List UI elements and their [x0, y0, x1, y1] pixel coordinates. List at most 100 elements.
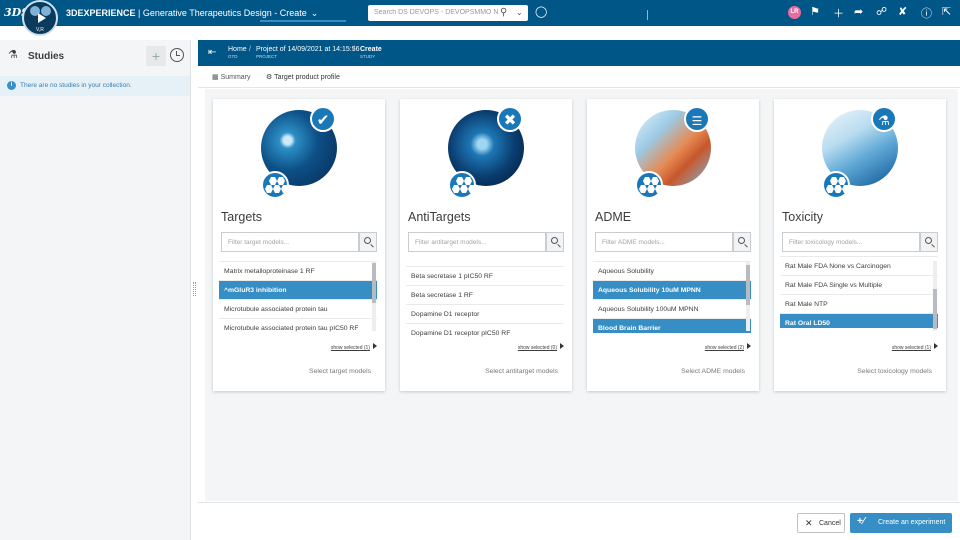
antitargets-search-button[interactable] [546, 232, 564, 252]
avatar[interactable]: LR [788, 6, 801, 19]
toxicity-filter-input[interactable]: Filter toxicology models... [782, 232, 920, 252]
targets-title: Targets [221, 210, 262, 224]
antitargets-list[interactable]: Beta secretase 1 pIC50 RF Beta secretase… [406, 266, 564, 338]
list-item[interactable]: Rat Male FDA None vs Carcinogen [780, 257, 938, 276]
top-bar: 3DS 3DEXPERIENCE | Generative Therapeuti… [0, 0, 960, 26]
cancel-button-label: Cancel [819, 520, 841, 527]
adme-show-selected[interactable]: show selected (2) [705, 343, 751, 351]
breadcrumb-project[interactable]: Project of 14/09/2021 at 14:15:56 PROJEC… [256, 46, 360, 59]
list-item[interactable]: Dopamine D1 receptor pIC50 RF [406, 324, 564, 338]
search-icon [364, 237, 371, 244]
search-input[interactable]: Search DS DEVOPS - DEVOPSMMO N... [374, 9, 498, 16]
adme-search-button[interactable] [733, 232, 751, 252]
adme-list[interactable]: Aqueous Solubility Aqueous Solubility 10… [593, 261, 751, 333]
breadcrumb-separator: / [249, 46, 251, 53]
adme-card: ☰ ADME Filter ADME models... Aqueous Sol… [587, 99, 759, 391]
tab-summary[interactable]: ▦ Summary [212, 73, 251, 81]
search-box[interactable]: Search DS DEVOPS - DEVOPSMMO N... ⚲ ⌄ [368, 5, 528, 21]
select-target-models-link[interactable]: Select target models [309, 368, 371, 375]
list-item-selected[interactable]: ^mGluR3 inhibition [219, 281, 377, 300]
sliders-icon: ☰ [684, 106, 710, 132]
tab-summary-label: Summary [220, 74, 251, 81]
tag-icon[interactable]: ◯ [535, 5, 547, 18]
share-icon[interactable]: ➦ [854, 5, 863, 18]
search-scope-dropdown-icon[interactable]: ⌄ [516, 8, 523, 17]
cancel-button[interactable]: ✕ Cancel [797, 513, 845, 533]
antitargets-filter-placeholder: Filter antitarget models... [415, 239, 487, 246]
targets-show-selected[interactable]: show selected (1) [331, 343, 377, 351]
breadcrumb-separator: / [353, 46, 355, 53]
show-selected-label: show selected (2) [704, 345, 744, 351]
toxicity-title: Toxicity [782, 210, 823, 224]
network-icon[interactable]: ☍ [876, 5, 887, 18]
adme-scrollbar[interactable] [746, 261, 750, 331]
search-icon[interactable]: ⚲ [500, 7, 507, 18]
targets-filter-input[interactable]: Filter target models... [221, 232, 359, 252]
breadcrumb-project-label: Project of 14/09/2021 at 14:15:56 [256, 46, 360, 53]
panel-resize-handle[interactable] [193, 282, 196, 296]
select-toxicology-models-link[interactable]: Select toxicology models [857, 368, 932, 375]
adme-filter-input[interactable]: Filter ADME models... [595, 232, 733, 252]
targets-card: ✔ Targets Filter target models... Matrix… [213, 99, 385, 391]
app-name: Generative Therapeutics Design - Create [142, 8, 307, 18]
studies-header: ⚗ Studies + [0, 40, 190, 72]
list-item[interactable]: Dopamine D1 receptor [406, 305, 564, 324]
list-item-selected[interactable]: Rat Oral LD50 [780, 314, 938, 328]
list-item[interactable]: Aqueous Solubility [593, 262, 751, 281]
empty-studies-message: i There are no studies in your collectio… [0, 76, 190, 96]
toxicity-filter-placeholder: Filter toxicology models... [789, 239, 863, 246]
adjust-icon: ⚙ [266, 74, 273, 81]
help-icon[interactable]: ⓘ [921, 5, 932, 21]
chevron-down-icon[interactable]: ⌄ [311, 8, 319, 19]
targets-list[interactable]: Matrix metalloproteinase 1 RF ^mGluR3 in… [219, 261, 377, 333]
list-item-selected[interactable]: Blood Brain Barrier [593, 319, 751, 333]
add-icon[interactable]: ＋ [833, 5, 844, 21]
caret-right-icon [560, 343, 564, 349]
expand-icon[interactable]: ⇱ [942, 5, 951, 18]
list-item[interactable]: Rat Male NTP [780, 295, 938, 314]
antitargets-show-selected[interactable]: show selected (0) [518, 343, 564, 351]
tab-target-product-profile[interactable]: ⚙ Target product profile [266, 73, 340, 81]
clock-icon[interactable] [170, 48, 184, 62]
app-title[interactable]: 3DEXPERIENCE | Generative Therapeutics D… [66, 8, 318, 19]
select-antitarget-models-link[interactable]: Select antitarget models [485, 368, 558, 375]
close-icon: ✕ [805, 518, 813, 528]
antitargets-filter-input[interactable]: Filter antitarget models... [408, 232, 546, 252]
list-item[interactable]: Rat Male FDA Single vs Multiple [780, 276, 938, 295]
list-item[interactable]: Beta secretase 1 RF [406, 286, 564, 305]
tab-bar: ▦ Summary ⚙ Target product profile [198, 66, 960, 88]
play-icon[interactable] [38, 13, 46, 23]
list-item[interactable]: Beta secretase 1 pIC50 RF [406, 267, 564, 286]
select-adme-models-link[interactable]: Select ADME models [681, 368, 745, 375]
targets-scrollbar[interactable] [372, 261, 376, 331]
add-study-button[interactable]: + [146, 46, 166, 66]
toxicity-search-button[interactable] [920, 232, 938, 252]
check-icon: ✔ [310, 106, 336, 132]
adme-filter-placeholder: Filter ADME models... [602, 239, 665, 246]
tools-icon[interactable]: ✘ [898, 5, 907, 18]
list-item[interactable]: Microtubule associated protein tau [219, 300, 377, 319]
antitargets-title: AntiTargets [408, 210, 471, 224]
list-item[interactable]: Aqueous Solubility 100uM MPNN [593, 300, 751, 319]
brand-name: 3DEXPERIENCE [66, 8, 136, 18]
cross-icon: ✖ [497, 106, 523, 132]
bookmark-flag-icon[interactable]: ⚑ [810, 5, 820, 18]
list-item[interactable]: Matrix metalloproteinase 1 RF [219, 262, 377, 281]
toxicity-scrollbar[interactable] [933, 261, 937, 331]
toxicity-show-selected[interactable]: show selected (1) [892, 343, 938, 351]
breadcrumb-home[interactable]: Home GTD [228, 46, 247, 59]
search-icon [738, 237, 745, 244]
collapse-panel-icon[interactable]: ⇤ [208, 47, 216, 58]
info-icon: i [7, 81, 16, 90]
breadcrumb-create: Create STUDY [360, 46, 382, 59]
caret-right-icon [747, 343, 751, 349]
toxicity-list[interactable]: Rat Male FDA None vs Carcinogen Rat Male… [780, 256, 938, 328]
caret-right-icon [373, 343, 377, 349]
create-experiment-button[interactable]: +⁄ Create an experiment [850, 513, 952, 533]
targets-search-button[interactable] [359, 232, 377, 252]
search-icon [925, 237, 932, 244]
list-item-selected[interactable]: Aqueous Solubility 10uM MPNN [593, 281, 751, 300]
compass-widget[interactable]: V,R [22, 0, 58, 36]
list-item[interactable]: Microtubule associated protein tau pIC50… [219, 319, 377, 333]
compass-label: V,R [36, 27, 44, 33]
